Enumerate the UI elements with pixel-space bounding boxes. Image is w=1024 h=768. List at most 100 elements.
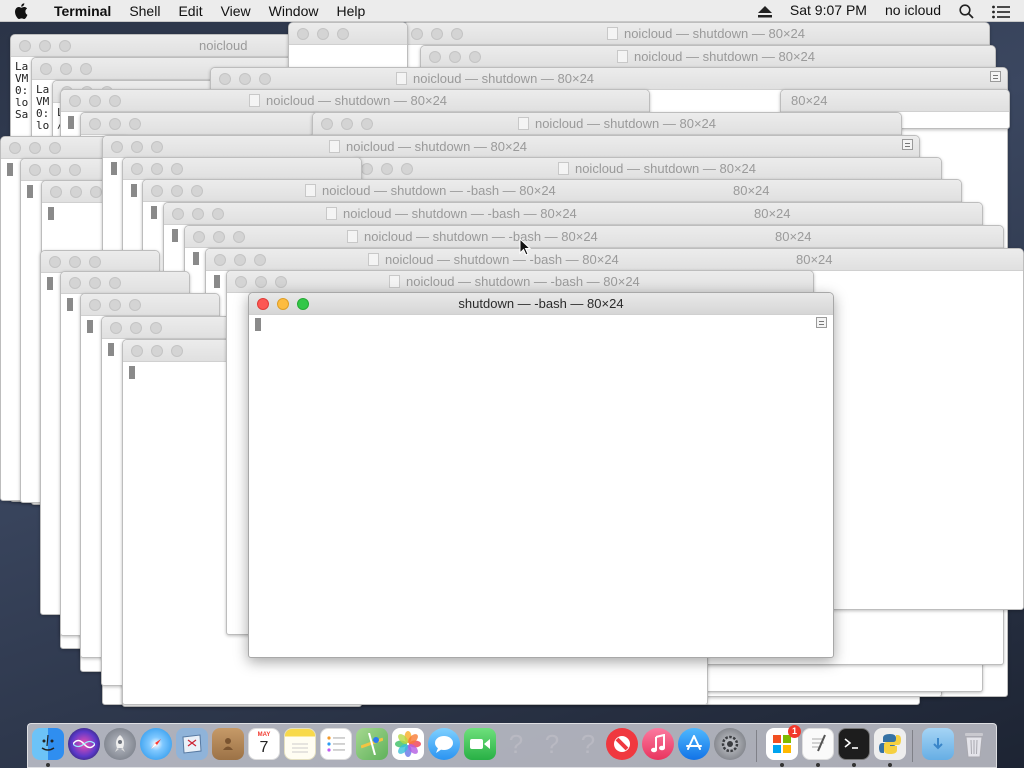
document-proxy-icon[interactable]	[368, 253, 379, 266]
minimize-button[interactable]	[49, 164, 61, 176]
dock-python-icon[interactable]	[874, 728, 906, 760]
active-terminal-window[interactable]: shutdown — -bash — 80×24	[248, 292, 834, 658]
menu-edit[interactable]: Edit	[169, 0, 211, 22]
zoom-button[interactable]	[89, 256, 101, 268]
scroll-marker-icon[interactable]	[902, 139, 913, 150]
zoom-button[interactable]	[150, 322, 162, 334]
dock-maps-icon[interactable]	[356, 728, 388, 760]
window-title-bar[interactable]: shutdown — -bash — 80×24	[249, 293, 833, 315]
dock-reminders-list-icon[interactable]	[320, 728, 352, 760]
dock-contacts-book-icon[interactable]	[212, 728, 244, 760]
window-title-bar[interactable]: noicloud — shutdown — 80×24	[313, 113, 901, 135]
document-proxy-icon[interactable]	[616, 50, 628, 63]
close-button[interactable]	[29, 164, 41, 176]
apple-menu-icon[interactable]	[0, 2, 42, 20]
zoom-button[interactable]	[129, 118, 141, 130]
window-title-bar[interactable]: noicloud — shutdown — 80×24	[403, 23, 989, 45]
window-title-bar[interactable]: noicloud — shutdown — 80×24	[421, 46, 995, 68]
zoom-button[interactable]	[109, 277, 121, 289]
dock-music-note-icon[interactable]	[642, 728, 674, 760]
minimize-button[interactable]	[130, 322, 142, 334]
document-proxy-icon[interactable]	[606, 27, 618, 40]
window-title-bar[interactable]	[123, 158, 361, 180]
dock-terminal-icon[interactable]	[838, 728, 870, 760]
document-proxy-icon[interactable]	[249, 94, 260, 107]
zoom-button[interactable]	[171, 345, 183, 357]
dock-downloads-folder-icon[interactable]	[922, 728, 954, 760]
close-button[interactable]	[50, 186, 62, 198]
dock-siri-icon[interactable]	[68, 728, 100, 760]
dock-messages-chat-bubble-icon[interactable]	[428, 728, 460, 760]
window-title-bar[interactable]	[61, 272, 189, 294]
minimize-button[interactable]	[89, 277, 101, 289]
document-proxy-icon[interactable]	[326, 207, 337, 220]
window-title-bar[interactable]	[289, 23, 407, 45]
window-title-bar[interactable]: noicloud — shutdown — -bash — 80×24 80×24	[185, 226, 1003, 248]
close-button[interactable]	[49, 256, 61, 268]
window-title-bar[interactable]	[81, 294, 219, 316]
dock-news-icon[interactable]	[606, 728, 638, 760]
menu-shell[interactable]: Shell	[120, 0, 169, 22]
close-button[interactable]	[89, 118, 101, 130]
minimize-button[interactable]	[70, 186, 82, 198]
document-proxy-icon[interactable]	[329, 140, 340, 153]
zoom-button[interactable]	[49, 142, 61, 154]
close-button[interactable]	[131, 163, 143, 175]
zoom-button[interactable]	[69, 164, 81, 176]
notification-center-icon[interactable]	[983, 2, 1024, 19]
minimize-button[interactable]	[60, 63, 72, 75]
dock-mail-stamp-icon[interactable]	[176, 728, 208, 760]
window-title-bar[interactable]: noicloud — shutdown — -bash — 80×24	[227, 271, 813, 293]
minimize-button[interactable]	[109, 299, 121, 311]
window-title-bar[interactable]: noicloud — shutdown — 80×24	[211, 68, 1007, 90]
dock-missing-app-question-mark-icon[interactable]: ?	[500, 728, 532, 760]
zoom-button[interactable]	[129, 299, 141, 311]
menubar-clock[interactable]: Sat 9:07 PM	[781, 2, 876, 18]
dock-photos-icon[interactable]	[392, 728, 424, 760]
minimize-button[interactable]	[29, 142, 41, 154]
minimize-button[interactable]	[317, 28, 329, 40]
dock-calendar-icon[interactable]: MAY 7	[248, 728, 280, 760]
terminal-content-area[interactable]	[249, 316, 833, 657]
close-button[interactable]	[89, 299, 101, 311]
dock-trash-icon[interactable]	[958, 728, 990, 760]
minimize-button[interactable]	[151, 163, 163, 175]
close-button[interactable]	[9, 142, 21, 154]
menu-help[interactable]: Help	[327, 0, 374, 22]
close-button[interactable]	[131, 345, 143, 357]
dock-microsoft-office-icon[interactable]: 1	[766, 725, 801, 760]
menu-window[interactable]: Window	[260, 0, 328, 22]
close-button[interactable]	[297, 28, 309, 40]
scroll-marker-icon[interactable]	[990, 71, 1001, 82]
window-title-bar[interactable]: noicloud — shutdown — 80×24	[61, 90, 649, 112]
document-proxy-icon[interactable]	[396, 72, 407, 85]
window-title-bar[interactable]: noicloud — shutdown — -bash — 80×24 80×24	[143, 180, 961, 202]
minimize-button[interactable]	[109, 118, 121, 130]
window-title-bar[interactable]: noicloud	[11, 35, 299, 57]
window-title-bar[interactable]: 80×24	[781, 90, 1009, 112]
minimize-button[interactable]	[69, 256, 81, 268]
eject-icon[interactable]	[749, 2, 781, 18]
dock-app-store-icon[interactable]	[678, 728, 710, 760]
zoom-button[interactable]	[337, 28, 349, 40]
document-proxy-icon[interactable]	[305, 184, 316, 197]
dock-launchpad-rocket-icon[interactable]	[104, 728, 136, 760]
zoom-button[interactable]	[90, 186, 102, 198]
menu-app-terminal[interactable]: Terminal	[42, 0, 120, 22]
zoom-button[interactable]	[171, 163, 183, 175]
close-button[interactable]	[110, 322, 122, 334]
menubar-user[interactable]: no icloud	[876, 2, 950, 18]
minimize-button[interactable]	[151, 345, 163, 357]
dock-finder-icon[interactable]	[32, 728, 64, 760]
dock-facetime-video-camera-icon[interactable]	[464, 728, 496, 760]
dock-safari-compass-icon[interactable]	[140, 728, 172, 760]
document-proxy-icon[interactable]	[557, 162, 569, 175]
window-title-bar[interactable]	[81, 113, 319, 135]
dock-notes-icon[interactable]	[284, 728, 316, 760]
dock-missing-app-question-mark-icon[interactable]: ?	[572, 728, 604, 760]
close-button[interactable]	[69, 277, 81, 289]
dock-textedit-pen-paper-icon[interactable]	[802, 728, 834, 760]
document-proxy-icon[interactable]	[517, 117, 529, 130]
window-title-bar[interactable]: noicloud — shutdown — -bash — 80×24 80×24	[206, 249, 1023, 271]
close-button[interactable]	[40, 63, 52, 75]
